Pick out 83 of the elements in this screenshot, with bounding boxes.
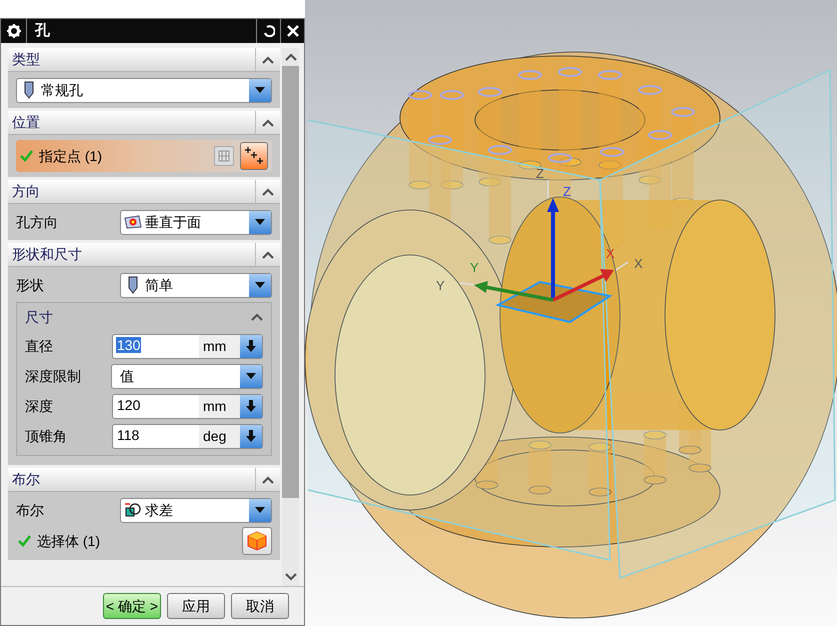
grid-icon	[218, 150, 230, 162]
caret-icon	[254, 86, 266, 94]
axis-label: Z	[563, 184, 571, 199]
axis-label: Y	[436, 278, 445, 293]
axis-label: Y	[470, 260, 479, 275]
close-icon	[286, 25, 298, 37]
unit-field[interactable]: 130 mm	[112, 334, 263, 358]
collapse-icon[interactable]	[251, 313, 263, 321]
axis-label: Z	[536, 166, 544, 181]
caret-icon	[254, 506, 266, 514]
drill-bit-icon	[24, 81, 34, 99]
expand-icon[interactable]	[284, 573, 296, 581]
section-title: 形状和尺寸	[11, 245, 83, 264]
section-header[interactable]: 布尔	[8, 468, 280, 492]
section-header[interactable]: 类型	[8, 48, 280, 72]
unit-field[interactable]: 118 deg	[112, 424, 263, 448]
dropdown[interactable]: 垂直于面	[120, 210, 272, 234]
field-label: 孔方向	[16, 212, 58, 232]
selection-label: 选择体 (1)	[37, 532, 101, 551]
coordinate-axes-drawing[interactable]	[459, 179, 629, 324]
collapse-icon[interactable]	[262, 56, 274, 64]
subgroup-title: 尺寸	[25, 308, 53, 326]
dropdown[interactable]: 常规孔	[16, 78, 272, 102]
unit-text: mm	[199, 334, 240, 358]
section-title: 类型	[11, 50, 41, 69]
point-selection-row[interactable]: 指定点 (1)	[16, 140, 272, 172]
section-title: 布尔	[11, 470, 41, 489]
value-text: 130	[116, 337, 142, 353]
field-label: 直径	[25, 336, 53, 356]
caret-icon	[245, 372, 257, 380]
settings-icon	[6, 24, 20, 38]
caret-icon	[254, 281, 266, 289]
caret-icon	[254, 218, 266, 226]
window-title: 孔	[34, 20, 51, 41]
dropdown[interactable]: 简单	[120, 272, 272, 298]
down-arrow-icon	[246, 400, 256, 412]
unit-text: deg	[199, 424, 240, 448]
dialog-button[interactable]: 取消	[231, 593, 289, 619]
dropdown[interactable]: 求差	[120, 498, 272, 522]
dropdown-value: 常规孔	[41, 80, 84, 100]
dialog-button[interactable]: 应用	[167, 593, 225, 619]
unit-menu-button[interactable]	[240, 424, 262, 448]
field-label: 布尔	[16, 500, 44, 520]
point-button[interactable]	[240, 142, 268, 170]
scrollbar-thumb[interactable]	[282, 66, 299, 498]
section-title: 方向	[11, 182, 41, 201]
cube-icon	[247, 531, 267, 551]
unit-text: mm	[199, 394, 240, 418]
reset-icon	[262, 25, 274, 37]
dropdown[interactable]: 值	[111, 364, 263, 388]
unit-field[interactable]: 120 mm	[112, 394, 263, 418]
select-body-button[interactable]	[242, 527, 272, 555]
section-header[interactable]: 方向	[8, 180, 280, 204]
dialog-button[interactable]: < 确定 >	[103, 593, 161, 619]
collapse-icon[interactable]	[262, 188, 274, 196]
collapse-icon[interactable]	[262, 250, 274, 258]
section-title: 位置	[11, 113, 41, 132]
down-arrow-icon	[246, 340, 256, 352]
subtract-icon	[124, 502, 142, 518]
field-label: 深度	[25, 396, 53, 416]
section-header[interactable]: 位置	[8, 111, 280, 135]
field-label: 深度限制	[25, 366, 81, 386]
unit-menu-button[interactable]	[240, 334, 262, 358]
dropdown-value: 简单	[145, 276, 174, 294]
collapse-icon[interactable]	[262, 118, 274, 126]
face-normal-icon	[123, 214, 143, 230]
down-arrow-icon	[246, 430, 256, 442]
drill-bit-icon	[128, 276, 138, 294]
dropdown-value: 垂直于面	[145, 212, 202, 232]
collapse-icon[interactable]	[262, 476, 274, 484]
field-label: 形状	[16, 276, 44, 294]
selection-label: 指定点 (1)	[39, 146, 103, 166]
scrollbar[interactable]	[282, 48, 299, 586]
dropdown-value: 求差	[145, 500, 174, 520]
collapse-icon[interactable]	[284, 53, 296, 61]
axis-label: X	[634, 256, 643, 271]
points-icon	[244, 146, 264, 166]
value-text: 120	[116, 397, 142, 413]
section-header[interactable]: 形状和尺寸	[8, 243, 280, 267]
field-label: 顶锥角	[25, 426, 67, 446]
value-text: 118	[116, 427, 140, 443]
dropdown-value: 值	[120, 366, 135, 386]
unit-menu-button[interactable]	[240, 394, 262, 418]
